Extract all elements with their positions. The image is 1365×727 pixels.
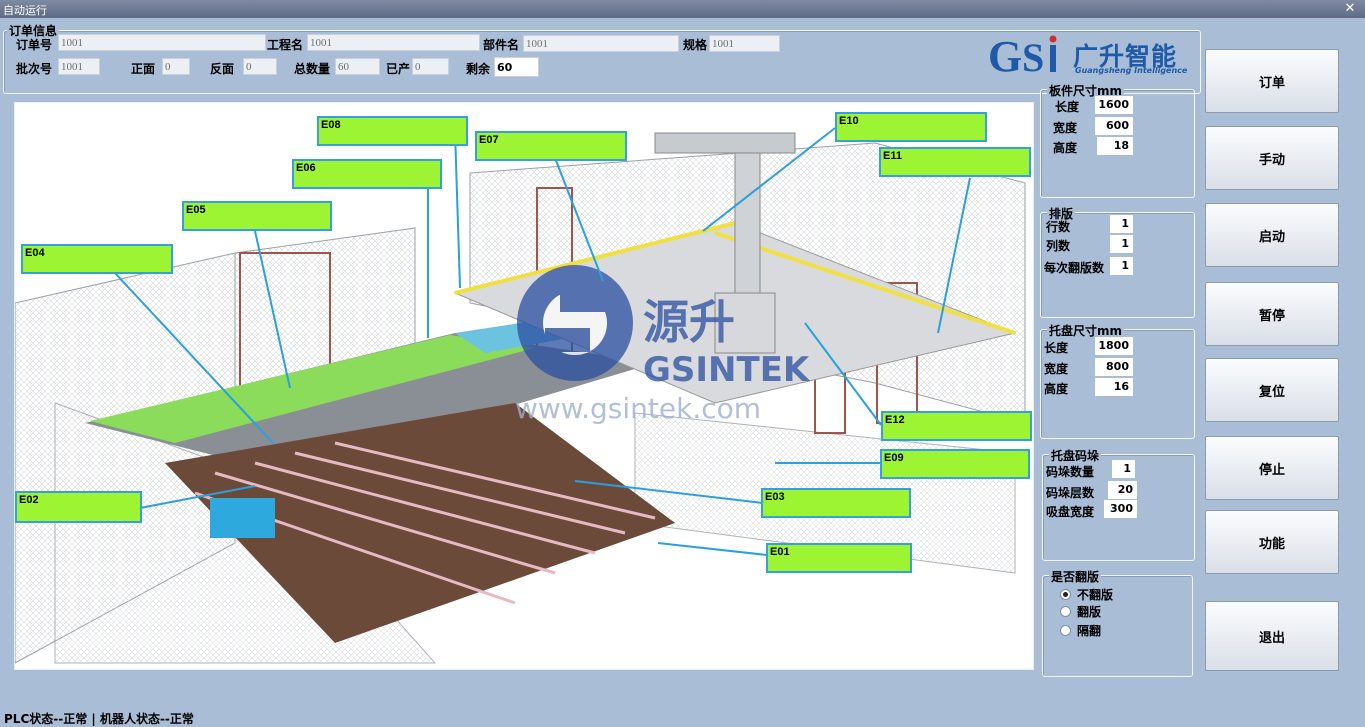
flip-mode-title: 是否翻版 — [1049, 568, 1102, 585]
watermark-cn: 源升 — [643, 295, 735, 349]
order-no-label: 订单号 — [16, 38, 53, 52]
station-label-e01[interactable]: E01 — [766, 543, 912, 573]
board-length-label: 长度 — [1055, 100, 1080, 114]
flip-option-alternate[interactable]: 隔翻 — [1060, 622, 1101, 639]
stack-layers-label: 码垛层数 — [1046, 486, 1095, 500]
board-width-field[interactable]: 600 — [1095, 117, 1133, 135]
station-label-e05[interactable]: E05 — [182, 201, 332, 231]
back-field[interactable]: 0 — [243, 58, 277, 75]
flip-option-flip-label: 翻版 — [1077, 605, 1102, 619]
pallet-height-label: 高度 — [1044, 382, 1069, 396]
flip-count-label: 每次翻版数 — [1044, 261, 1105, 275]
station-label-e06[interactable]: E06 — [292, 159, 442, 189]
board-length-field[interactable]: 1600 — [1095, 96, 1133, 114]
front-label: 正面 — [131, 62, 156, 76]
close-icon[interactable]: ✕ — [1341, 1, 1359, 16]
production-line-drawing: 源升 GSINTEK www.gsintek.com — [15, 127, 1026, 664]
flip-option-flip[interactable]: 翻版 — [1060, 603, 1101, 620]
radio-unselected-icon — [1060, 625, 1071, 636]
stop-button[interactable]: 停止 — [1205, 436, 1339, 500]
window-title: 自动运行 — [3, 4, 47, 17]
production-line-scene: 源升 GSINTEK www.gsintek.com E01 E02 E03 E… — [14, 102, 1034, 670]
cols-label: 列数 — [1046, 239, 1071, 253]
station-label-e04[interactable]: E04 — [21, 244, 173, 274]
remaining-field[interactable]: 60 — [494, 57, 539, 77]
flip-count-field[interactable]: 1 — [1110, 257, 1133, 275]
pallet-length-label: 长度 — [1044, 341, 1069, 355]
spec-label: 规格 — [683, 38, 708, 52]
pallet-width-label: 宽度 — [1044, 362, 1069, 376]
batch-label: 批次号 — [16, 62, 53, 76]
station-label-e03[interactable]: E03 — [761, 488, 911, 518]
station-label-e11[interactable]: E11 — [879, 147, 1031, 177]
pallet-length-field[interactable]: 1800 — [1095, 337, 1133, 355]
flip-option-none[interactable]: 不翻版 — [1060, 586, 1113, 603]
function-button[interactable]: 功能 — [1205, 510, 1339, 574]
station-label-e07[interactable]: E07 — [475, 131, 627, 161]
company-logo: G S 广升智能 Guangsheng Intelligence — [988, 32, 1193, 81]
station-label-e09[interactable]: E09 — [880, 449, 1030, 479]
rows-label: 行数 — [1046, 220, 1071, 234]
manual-button[interactable]: 手动 — [1205, 126, 1339, 190]
back-label: 反面 — [210, 62, 235, 76]
reset-button[interactable]: 复位 — [1205, 358, 1339, 422]
order-button[interactable]: 订单 — [1205, 49, 1339, 113]
title-bar: 自动运行 ✕ — [0, 0, 1365, 18]
produced-field[interactable]: 0 — [412, 58, 449, 75]
cols-field[interactable]: 1 — [1110, 235, 1133, 253]
part-field[interactable]: 1001 — [523, 35, 679, 52]
status-bar: PLC状态--正常 | 机器人状态--正常 — [4, 712, 194, 726]
pallet-stack-title: 托盘码垛 — [1049, 447, 1102, 464]
board-height-field[interactable]: 18 — [1097, 137, 1133, 155]
total-field[interactable]: 60 — [335, 58, 380, 75]
board-height-label: 高度 — [1053, 141, 1078, 155]
suction-width-field[interactable]: 300 — [1104, 500, 1137, 518]
watermark-url: www.gsintek.com — [515, 392, 761, 425]
pallet-width-field[interactable]: 800 — [1095, 358, 1133, 376]
stack-layers-field[interactable]: 20 — [1108, 481, 1137, 499]
remaining-label: 剩余 — [466, 62, 491, 76]
flip-option-none-label: 不翻版 — [1077, 588, 1114, 602]
radio-selected-icon — [1060, 589, 1071, 600]
front-field[interactable]: 0 — [162, 58, 190, 75]
stack-count-field[interactable]: 1 — [1112, 460, 1135, 478]
spec-field[interactable]: 1001 — [709, 35, 780, 52]
part-label: 部件名 — [483, 38, 520, 52]
board-width-label: 宽度 — [1053, 121, 1078, 135]
suction-width-label: 吸盘宽度 — [1046, 505, 1095, 519]
station-label-e10[interactable]: E10 — [835, 112, 987, 142]
logo-en: Guangsheng Intelligence — [1075, 66, 1188, 75]
project-label: 工程名 — [267, 38, 304, 52]
project-field[interactable]: 1001 — [307, 34, 480, 51]
exit-button[interactable]: 退出 — [1205, 601, 1339, 671]
pallet-height-field[interactable]: 16 — [1095, 378, 1133, 396]
watermark-en: GSINTEK — [643, 350, 811, 390]
pause-button[interactable]: 暂停 — [1205, 282, 1339, 346]
stack-count-label: 码垛数量 — [1046, 465, 1095, 479]
batch-field[interactable]: 1001 — [58, 58, 100, 75]
station-label-e08[interactable]: E08 — [317, 116, 468, 146]
produced-label: 已产 — [386, 62, 411, 76]
station-label-e02[interactable]: E02 — [15, 491, 142, 523]
flip-option-alternate-label: 隔翻 — [1077, 624, 1102, 638]
radio-unselected-icon — [1060, 606, 1071, 617]
svg-text:S: S — [1022, 35, 1044, 80]
start-button[interactable]: 启动 — [1205, 203, 1339, 267]
total-label: 总数量 — [294, 62, 331, 76]
order-no-field[interactable]: 1001 — [58, 34, 266, 51]
svg-text:G: G — [988, 33, 1022, 81]
station-label-e12[interactable]: E12 — [881, 411, 1032, 441]
rows-field[interactable]: 1 — [1110, 215, 1133, 233]
